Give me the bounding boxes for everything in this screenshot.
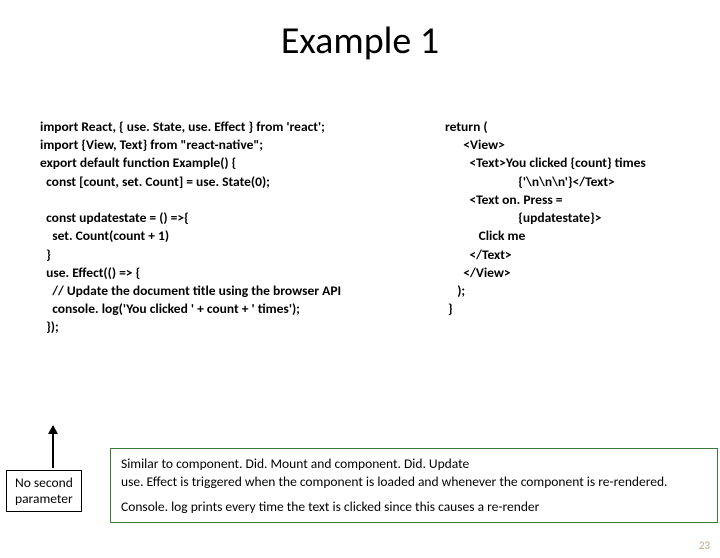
- code-right-column: return ( <View> <Text>You clicked {count…: [445, 118, 705, 318]
- slide-number: 23: [699, 539, 710, 552]
- note-line1: Similar to component. Did. Mount and com…: [121, 455, 707, 473]
- note-line3: Console. log prints every time the text …: [121, 498, 707, 516]
- code-left-column: import React, { use. State, use. Effect …: [40, 118, 440, 337]
- callout-line1: No second: [15, 475, 73, 491]
- arrow-icon: [48, 426, 54, 468]
- callout-label: No second parameter: [6, 470, 82, 512]
- callout-line2: parameter: [15, 491, 73, 507]
- note-line2: use. Effect is triggered when the compon…: [121, 473, 707, 491]
- slide-title: Example 1: [0, 18, 720, 64]
- explanation-box: Similar to component. Did. Mount and com…: [110, 448, 718, 523]
